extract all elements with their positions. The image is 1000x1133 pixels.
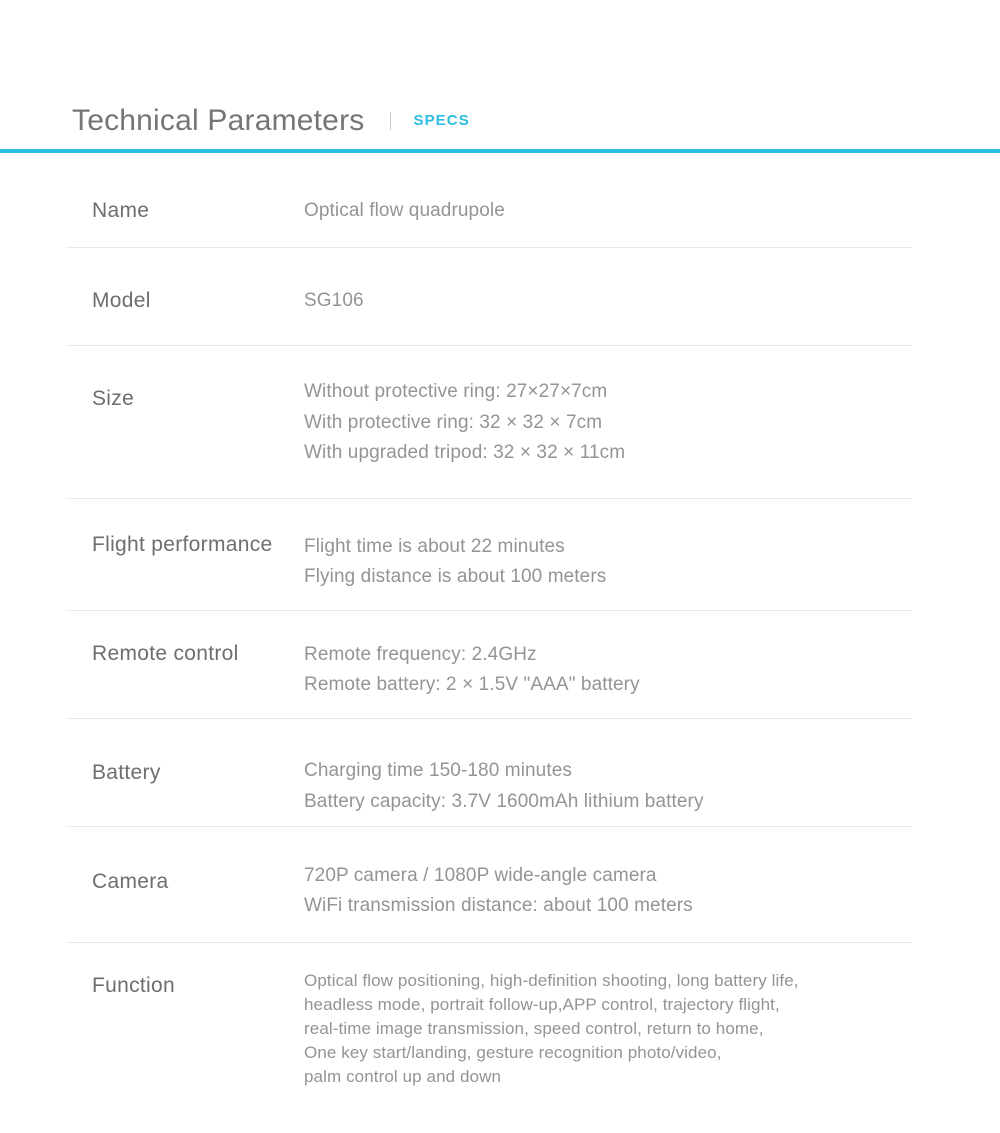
spec-value: Remote frequency: 2.4GHz Remote battery:… <box>304 611 912 700</box>
table-row: Function Optical flow positioning, high-… <box>66 943 912 1123</box>
spec-value: Charging time 150-180 minutes Battery ca… <box>304 719 912 817</box>
spec-value: Flight time is about 22 minutes Flying d… <box>304 499 912 592</box>
spec-value-line: Remote frequency: 2.4GHz <box>304 644 537 665</box>
title-separator-divider <box>390 111 392 130</box>
spec-value-line: Charging time 150-180 minutes <box>304 760 572 781</box>
spec-sheet-page: Technical Parameters SPECS Name Optical … <box>0 0 1000 1133</box>
table-row: Camera 720P camera / 1080P wide-angle ca… <box>66 827 912 943</box>
spec-value-line: With upgraded tripod: 32 × 32 × 11cm <box>304 442 626 463</box>
spec-value: Without protective ring: 27×27×7cm With … <box>304 346 912 469</box>
spec-label: Remote control <box>92 642 239 665</box>
spec-value-line: palm control up and down <box>304 1067 502 1086</box>
specification-table: Name Optical flow quadrupole Model SG106… <box>66 153 912 1123</box>
spec-value-line: real-time image transmission, speed cont… <box>304 1019 764 1038</box>
spec-value-line: Battery capacity: 3.7V 1600mAh lithium b… <box>304 791 704 812</box>
spec-value-line: WiFi transmission distance: about 100 me… <box>304 895 693 916</box>
table-row: Model SG106 <box>66 248 912 346</box>
spec-value-line: headless mode, portrait follow-up,APP co… <box>304 995 780 1014</box>
table-row: Flight performance Flight time is about … <box>66 499 912 611</box>
specs-tag-label: SPECS <box>413 112 470 129</box>
spec-value-line: Flying distance is about 100 meters <box>304 566 607 587</box>
table-row: Size Without protective ring: 27×27×7cm … <box>66 346 912 499</box>
spec-value-line: Optical flow positioning, high-definitio… <box>304 971 799 990</box>
spec-value-line: Optical flow quadrupole <box>304 200 505 221</box>
spec-label: Flight performance <box>92 533 273 556</box>
table-row: Name Optical flow quadrupole <box>66 153 912 248</box>
spec-value-line: Without protective ring: 27×27×7cm <box>304 381 608 402</box>
spec-label: Battery <box>92 761 161 784</box>
spec-label: Name <box>92 199 150 222</box>
spec-value: SG106 <box>304 248 912 316</box>
spec-value: Optical flow quadrupole <box>304 153 912 226</box>
spec-value: 720P camera / 1080P wide-angle camera Wi… <box>304 827 912 921</box>
table-row: Battery Charging time 150-180 minutes Ba… <box>66 719 912 827</box>
spec-label: Camera <box>92 870 169 893</box>
spec-label: Model <box>92 289 151 312</box>
spec-value: Optical flow positioning, high-definitio… <box>304 943 912 1089</box>
spec-value-line: Remote battery: 2 × 1.5V "AAA" battery <box>304 674 640 695</box>
spec-value-line: 720P camera / 1080P wide-angle camera <box>304 865 657 886</box>
spec-value-line: SG106 <box>304 290 364 311</box>
table-row: Remote control Remote frequency: 2.4GHz … <box>66 611 912 719</box>
spec-value-line: With protective ring: 32 × 32 × 7cm <box>304 411 603 433</box>
spec-label: Function <box>92 974 175 997</box>
spec-value-line: One key start/landing, gesture recogniti… <box>304 1043 722 1062</box>
spec-label: Size <box>92 387 135 410</box>
page-title: Technical Parameters <box>72 103 365 137</box>
spec-value-line: Flight time is about 22 minutes <box>304 536 565 557</box>
page-header: Technical Parameters SPECS <box>0 92 1000 149</box>
